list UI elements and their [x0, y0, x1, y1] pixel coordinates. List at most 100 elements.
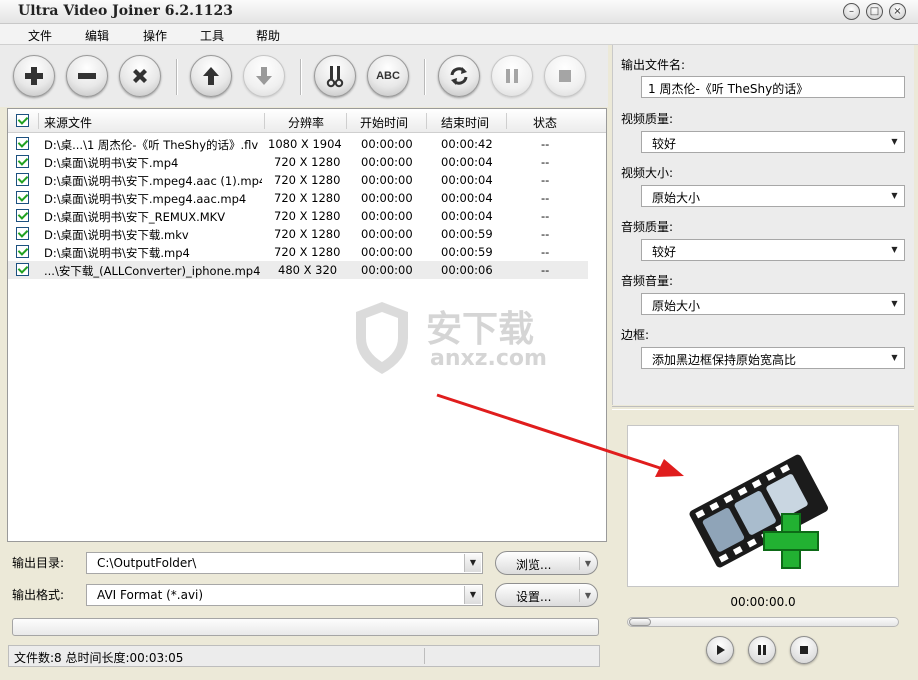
video-size-value: 原始大小 — [652, 191, 701, 205]
row-checkbox[interactable] — [16, 245, 29, 258]
table-row[interactable]: D:\桌面\说明书\安下载.mp4 720 X 1280 00:00:00 00… — [8, 243, 588, 261]
preview-stop-button[interactable] — [790, 636, 818, 664]
chevron-down-icon[interactable]: ▼ — [578, 589, 591, 602]
convert-button[interactable] — [438, 55, 480, 97]
column-header-resolution[interactable]: 分辨率 — [288, 114, 324, 131]
pause-icon — [758, 645, 766, 655]
table-row-selected[interactable]: ...\安下载_(ALLConverter)_iphone.mp4 480 X … — [8, 261, 588, 279]
cut-button[interactable] — [314, 55, 356, 97]
row-end: 00:00:04 — [441, 191, 493, 205]
border-select[interactable]: 添加黑边框保持原始宽高比 ▼ — [641, 347, 905, 369]
play-button[interactable] — [706, 636, 734, 664]
scissors-icon — [326, 66, 344, 88]
row-checkbox[interactable] — [16, 137, 29, 150]
menu-tools[interactable]: 工具 — [200, 27, 224, 44]
film-add-icon — [689, 454, 828, 569]
window-title: Ultra Video Joiner 6.2.1123 — [18, 3, 233, 19]
add-button[interactable] — [13, 55, 55, 97]
video-quality-value: 较好 — [652, 137, 677, 151]
rename-button[interactable]: ABC — [367, 55, 409, 97]
chevron-down-icon[interactable]: ▼ — [464, 586, 481, 604]
maximize-icon[interactable]: □ — [866, 3, 883, 20]
stop-button[interactable] — [544, 55, 586, 97]
output-format-combo[interactable]: AVI Format (*.avi) ▼ — [86, 584, 483, 606]
audio-volume-value: 原始大小 — [652, 299, 701, 313]
column-header-source[interactable]: 来源文件 — [44, 114, 92, 131]
table-row[interactable]: D:\桌面\说明书\安下.mpeg4.aac.mp4 720 X 1280 00… — [8, 189, 588, 207]
filename-value: 1 周杰伦-《听 TheShy的话》 — [648, 82, 809, 96]
pause-icon — [506, 69, 518, 83]
row-resolution: 1080 X 1904 — [268, 137, 342, 151]
row-file: D:\桌面\说明书\安下载.mkv — [44, 228, 189, 242]
menu-edit[interactable]: 编辑 — [85, 27, 109, 44]
seek-slider-thumb[interactable] — [629, 618, 651, 626]
row-checkbox[interactable] — [16, 209, 29, 222]
panel-divider — [612, 406, 914, 410]
audio-quality-label: 音频质量: — [621, 220, 674, 234]
row-checkbox[interactable] — [16, 227, 29, 240]
column-divider — [264, 113, 265, 129]
output-format-label: 输出格式: — [12, 588, 65, 602]
row-checkbox[interactable] — [16, 191, 29, 204]
menu-help[interactable]: 帮助 — [256, 27, 280, 44]
pause-button[interactable] — [491, 55, 533, 97]
menu-action[interactable]: 操作 — [143, 27, 167, 44]
audio-quality-value: 较好 — [652, 245, 677, 259]
chevron-down-icon[interactable]: ▼ — [886, 295, 903, 313]
settings-button-label: 设置... — [516, 590, 552, 604]
border-value: 添加黑边框保持原始宽高比 — [652, 353, 797, 367]
browse-button-label: 浏览... — [516, 558, 552, 572]
table-row[interactable]: D:\桌面\说明书\安下.mpeg4.aac (1).mp4 720 X 128… — [8, 171, 588, 189]
column-header-status[interactable]: 状态 — [533, 114, 557, 131]
browse-button[interactable]: 浏览... ▼ — [495, 551, 598, 575]
settings-button[interactable]: 设置... ▼ — [495, 583, 598, 607]
column-header-start[interactable]: 开始时间 — [360, 114, 408, 131]
minimize-icon[interactable]: – — [843, 3, 860, 20]
chevron-down-icon[interactable]: ▼ — [886, 133, 903, 151]
row-end: 00:00:59 — [441, 227, 493, 241]
column-divider — [506, 113, 507, 129]
chevron-down-icon[interactable]: ▼ — [464, 554, 481, 572]
output-dir-combo[interactable]: C:\OutputFolder\ ▼ — [86, 552, 483, 574]
row-file: D:\桌...\1 周杰伦-《听 TheShy的话》.flv — [44, 138, 259, 152]
row-start: 00:00:00 — [361, 263, 413, 277]
row-checkbox[interactable] — [16, 173, 29, 186]
video-size-select[interactable]: 原始大小 ▼ — [641, 185, 905, 207]
table-row[interactable]: D:\桌面\说明书\安下_REMUX.MKV 720 X 1280 00:00:… — [8, 207, 588, 225]
table-row[interactable]: D:\桌面\说明书\安下.mp4 720 X 1280 00:00:00 00:… — [8, 153, 588, 171]
chevron-down-icon[interactable]: ▼ — [578, 557, 591, 570]
row-file: D:\桌面\说明书\安下.mp4 — [44, 156, 179, 170]
column-divider — [38, 113, 39, 129]
row-checkbox[interactable] — [16, 155, 29, 168]
row-file: D:\桌面\说明书\安下.mpeg4.aac (1).mp4 — [44, 174, 262, 188]
menu-file[interactable]: 文件 — [28, 27, 52, 44]
filename-input[interactable]: 1 周杰伦-《听 TheShy的话》 — [641, 76, 905, 98]
clear-button[interactable] — [119, 55, 161, 97]
table-row[interactable]: D:\桌...\1 周杰伦-《听 TheShy的话》.flv 1080 X 19… — [8, 135, 588, 153]
move-down-button[interactable] — [243, 55, 285, 97]
audio-quality-select[interactable]: 较好 ▼ — [641, 239, 905, 261]
row-status: -- — [541, 209, 550, 223]
remove-button[interactable] — [66, 55, 108, 97]
row-resolution: 720 X 1280 — [274, 155, 341, 169]
chevron-down-icon[interactable]: ▼ — [886, 187, 903, 205]
row-status: -- — [541, 245, 550, 259]
move-up-button[interactable] — [190, 55, 232, 97]
select-all-checkbox[interactable] — [16, 114, 29, 127]
menu-bar: 文件 编辑 操作 工具 帮助 — [0, 24, 918, 45]
preview-pause-button[interactable] — [748, 636, 776, 664]
seek-slider[interactable] — [627, 617, 899, 627]
chevron-down-icon[interactable]: ▼ — [886, 241, 903, 259]
watermark-text-en: anxz.com — [430, 346, 547, 371]
row-start: 00:00:00 — [361, 137, 413, 151]
arrow-down-icon — [256, 67, 272, 85]
toolbar-separator — [300, 59, 302, 95]
chevron-down-icon[interactable]: ▼ — [886, 349, 903, 367]
table-row[interactable]: D:\桌面\说明书\安下载.mkv 720 X 1280 00:00:00 00… — [8, 225, 588, 243]
close-icon[interactable]: × — [889, 3, 906, 20]
video-quality-select[interactable]: 较好 ▼ — [641, 131, 905, 153]
row-checkbox[interactable] — [16, 263, 29, 276]
row-resolution: 720 X 1280 — [274, 227, 341, 241]
audio-volume-select[interactable]: 原始大小 ▼ — [641, 293, 905, 315]
column-header-end[interactable]: 结束时间 — [441, 114, 489, 131]
